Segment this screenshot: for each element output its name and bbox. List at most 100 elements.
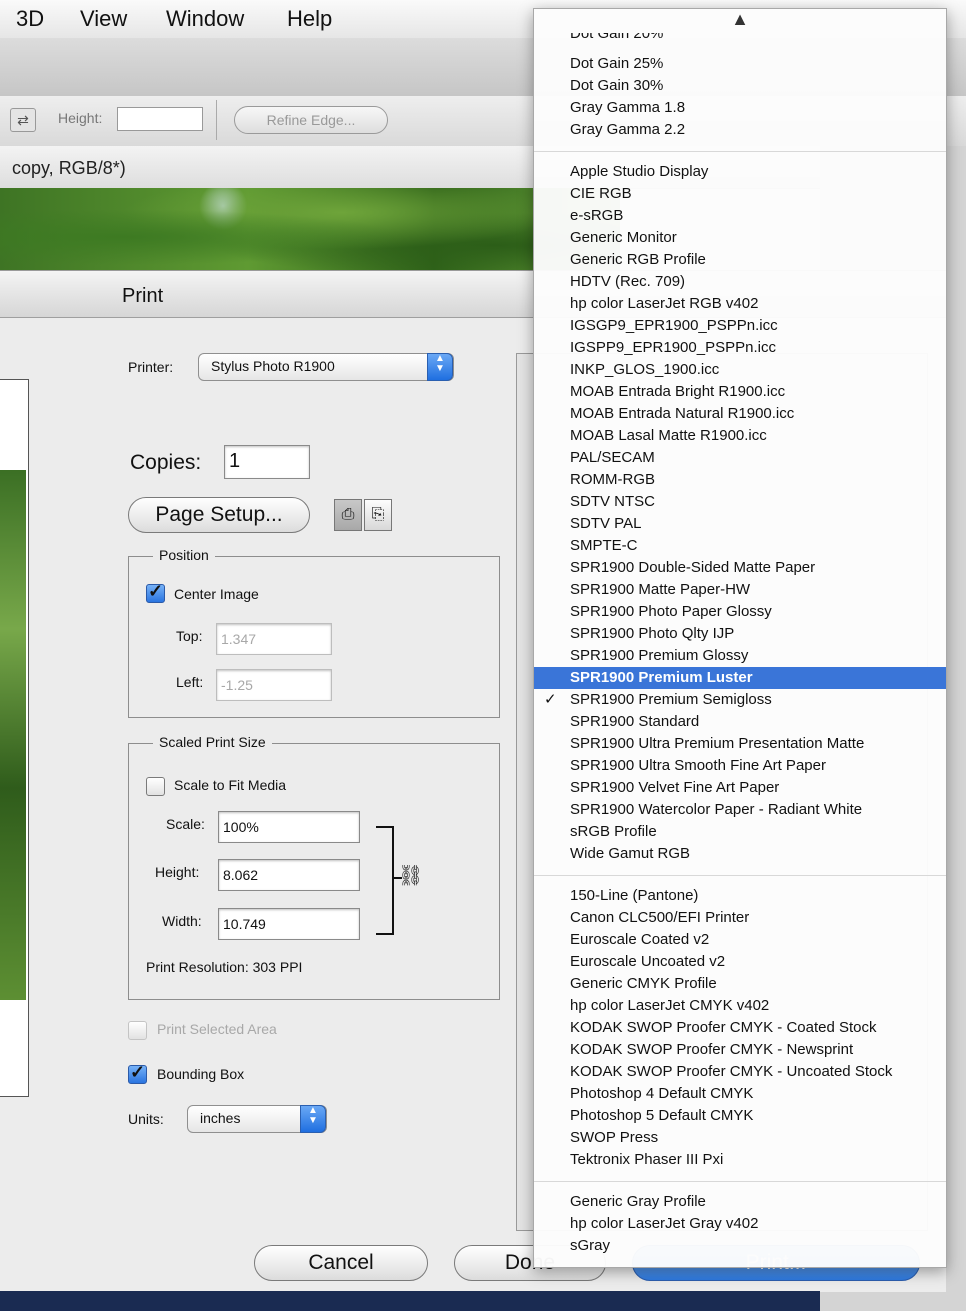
menu-item[interactable]: SDTV NTSC bbox=[534, 491, 946, 513]
checkmark-icon: ✓ bbox=[544, 691, 557, 708]
units-select[interactable]: inches ▲ ▼ bbox=[187, 1105, 327, 1133]
menu-item[interactable]: SPR1900 Velvet Fine Art Paper bbox=[534, 777, 946, 799]
menu-item[interactable]: hp color LaserJet RGB v402 bbox=[534, 293, 946, 315]
menu-item[interactable]: IGSGP9_EPR1900_PSPPn.icc bbox=[534, 315, 946, 337]
menu-item-partial[interactable]: Dot Gain 20% bbox=[534, 33, 946, 47]
menu-item-label: Dot Gain 20% bbox=[570, 33, 664, 42]
menu-window[interactable]: Window bbox=[166, 6, 244, 32]
menu-item[interactable]: MOAB Entrada Bright R1900.icc bbox=[534, 381, 946, 403]
menu-item-label: Generic Gray Profile bbox=[570, 1193, 706, 1210]
menu-item[interactable]: Dot Gain 25% bbox=[534, 53, 946, 75]
scale-to-fit-checkbox[interactable] bbox=[146, 777, 165, 796]
menu-item[interactable]: Generic RGB Profile bbox=[534, 249, 946, 271]
top-field[interactable]: 1.347 bbox=[216, 623, 332, 655]
landscape-orientation-icon[interactable]: ⎘ bbox=[364, 499, 392, 531]
menu-item[interactable]: ROMM-RGB bbox=[534, 469, 946, 491]
menu-item[interactable]: KODAK SWOP Proofer CMYK - Newsprint bbox=[534, 1039, 946, 1061]
menu-item[interactable]: Gray Gamma 1.8 bbox=[534, 97, 946, 119]
menu-item[interactable]: SDTV PAL bbox=[534, 513, 946, 535]
menu-item[interactable]: Photoshop 5 Default CMYK bbox=[534, 1105, 946, 1127]
toolbar-divider bbox=[216, 100, 217, 140]
menu-item[interactable]: hp color LaserJet CMYK v402 bbox=[534, 995, 946, 1017]
menu-separator bbox=[534, 875, 946, 876]
left-value: -1.25 bbox=[221, 677, 253, 693]
menu-item[interactable]: SPR1900 Matte Paper-HW bbox=[534, 579, 946, 601]
left-field[interactable]: -1.25 bbox=[216, 669, 332, 701]
menu-item[interactable]: SPR1900 Photo Qlty IJP bbox=[534, 623, 946, 645]
menu-item[interactable]: SPR1900 Double-Sided Matte Paper bbox=[534, 557, 946, 579]
height-field[interactable] bbox=[117, 107, 203, 131]
menu-item[interactable]: Apple Studio Display bbox=[534, 161, 946, 183]
menu-item[interactable]: SWOP Press bbox=[534, 1127, 946, 1149]
menu-item[interactable]: Euroscale Uncoated v2 bbox=[534, 951, 946, 973]
scale-label: Scale: bbox=[166, 816, 205, 832]
menu-item-label: SPR1900 Velvet Fine Art Paper bbox=[570, 779, 780, 796]
menu-item-label: MOAB Lasal Matte R1900.icc bbox=[570, 427, 767, 444]
menu-item[interactable]: IGSPP9_EPR1900_PSPPn.icc bbox=[534, 337, 946, 359]
menu-item-label: SPR1900 Matte Paper-HW bbox=[570, 581, 751, 598]
menu-item-label: IGSPP9_EPR1900_PSPPn.icc bbox=[570, 339, 776, 356]
menu-view[interactable]: View bbox=[80, 6, 127, 32]
menu-item[interactable]: SPR1900 Premium Luster bbox=[534, 667, 946, 689]
menu-item[interactable]: Generic Monitor bbox=[534, 227, 946, 249]
menu-item[interactable]: Gray Gamma 2.2 bbox=[534, 119, 946, 141]
menu-item[interactable]: KODAK SWOP Proofer CMYK - Coated Stock bbox=[534, 1017, 946, 1039]
menu-item[interactable]: Wide Gamut RGB bbox=[534, 843, 946, 865]
menu-item[interactable]: CIE RGB bbox=[534, 183, 946, 205]
top-label: Top: bbox=[176, 628, 203, 644]
menu-item[interactable]: PAL/SECAM bbox=[534, 447, 946, 469]
page-setup-button[interactable]: Page Setup... bbox=[128, 497, 310, 533]
proportion-bracket bbox=[376, 826, 394, 935]
printer-label: Printer: bbox=[128, 359, 174, 375]
bounding-box-checkbox[interactable] bbox=[128, 1062, 147, 1084]
menu-help[interactable]: Help bbox=[287, 6, 332, 32]
menu-item[interactable]: e-sRGB bbox=[534, 205, 946, 227]
menu-item-label: SPR1900 Photo Qlty IJP bbox=[570, 625, 735, 642]
menu-item-label: SWOP Press bbox=[570, 1129, 659, 1146]
print-selected-area-checkbox[interactable] bbox=[128, 1021, 147, 1040]
menu-item[interactable]: SPR1900 Watercolor Paper - Radiant White bbox=[534, 799, 946, 821]
menu-item[interactable]: sRGB Profile bbox=[534, 821, 946, 843]
refine-edge-button[interactable]: Refine Edge... bbox=[234, 106, 388, 134]
portrait-orientation-icon[interactable]: ⎙ bbox=[334, 499, 362, 531]
menu-item-label: PAL/SECAM bbox=[570, 449, 655, 466]
menu-item[interactable]: Euroscale Coated v2 bbox=[534, 929, 946, 951]
menu-item[interactable]: SPR1900 Standard bbox=[534, 711, 946, 733]
copies-field[interactable]: 1 bbox=[224, 445, 310, 479]
link-chain-icon[interactable]: ⛓ bbox=[398, 863, 423, 888]
menu-item[interactable]: Dot Gain 30% bbox=[534, 75, 946, 97]
menu-item[interactable]: SMPTE-C bbox=[534, 535, 946, 557]
menu-item[interactable]: SPR1900 Ultra Smooth Fine Art Paper bbox=[534, 755, 946, 777]
menu-item[interactable]: Tektronix Phaser III Pxi bbox=[534, 1149, 946, 1171]
menu-item[interactable]: Photoshop 4 Default CMYK bbox=[534, 1083, 946, 1105]
menu-item[interactable]: Canon CLC500/EFI Printer bbox=[534, 907, 946, 929]
printer-select[interactable]: Stylus Photo R1900 ▲ ▼ bbox=[198, 353, 454, 381]
cancel-button[interactable]: Cancel bbox=[254, 1245, 428, 1281]
menu-item[interactable]: KODAK SWOP Proofer CMYK - Uncoated Stock bbox=[534, 1061, 946, 1083]
menu-item[interactable]: 150-Line (Pantone) bbox=[534, 885, 946, 907]
menu-item[interactable]: MOAB Lasal Matte R1900.icc bbox=[534, 425, 946, 447]
document-image bbox=[0, 188, 620, 270]
printer-value: Stylus Photo R1900 bbox=[211, 358, 335, 374]
swap-icon[interactable]: ⇄ bbox=[10, 108, 36, 132]
menu-item[interactable]: SPR1900 Photo Paper Glossy bbox=[534, 601, 946, 623]
center-image-checkbox[interactable] bbox=[146, 581, 165, 603]
menu-item[interactable]: MOAB Entrada Natural R1900.icc bbox=[534, 403, 946, 425]
height-field[interactable]: 8.062 bbox=[218, 859, 360, 891]
menu-item-label: SMPTE-C bbox=[570, 537, 638, 554]
width-field[interactable]: 10.749 bbox=[218, 908, 360, 940]
menu-item-label: KODAK SWOP Proofer CMYK - Newsprint bbox=[570, 1041, 854, 1058]
menu-item[interactable]: hp color LaserJet Gray v402 bbox=[534, 1213, 946, 1235]
scale-value: 100% bbox=[223, 819, 259, 835]
menu-item[interactable]: SPR1900 Ultra Premium Presentation Matte bbox=[534, 733, 946, 755]
menu-item[interactable]: sGray bbox=[534, 1235, 946, 1257]
menu-item-label: HDTV (Rec. 709) bbox=[570, 273, 686, 290]
menu-item[interactable]: SPR1900 Premium Glossy bbox=[534, 645, 946, 667]
menu-3d[interactable]: 3D bbox=[16, 6, 44, 32]
scale-field[interactable]: 100% bbox=[218, 811, 360, 843]
menu-item[interactable]: ✓ SPR1900 Premium Semigloss bbox=[534, 689, 946, 711]
menu-item[interactable]: HDTV (Rec. 709) bbox=[534, 271, 946, 293]
menu-item[interactable]: Generic Gray Profile bbox=[534, 1191, 946, 1213]
menu-item[interactable]: INKP_GLOS_1900.icc bbox=[534, 359, 946, 381]
menu-item[interactable]: Generic CMYK Profile bbox=[534, 973, 946, 995]
